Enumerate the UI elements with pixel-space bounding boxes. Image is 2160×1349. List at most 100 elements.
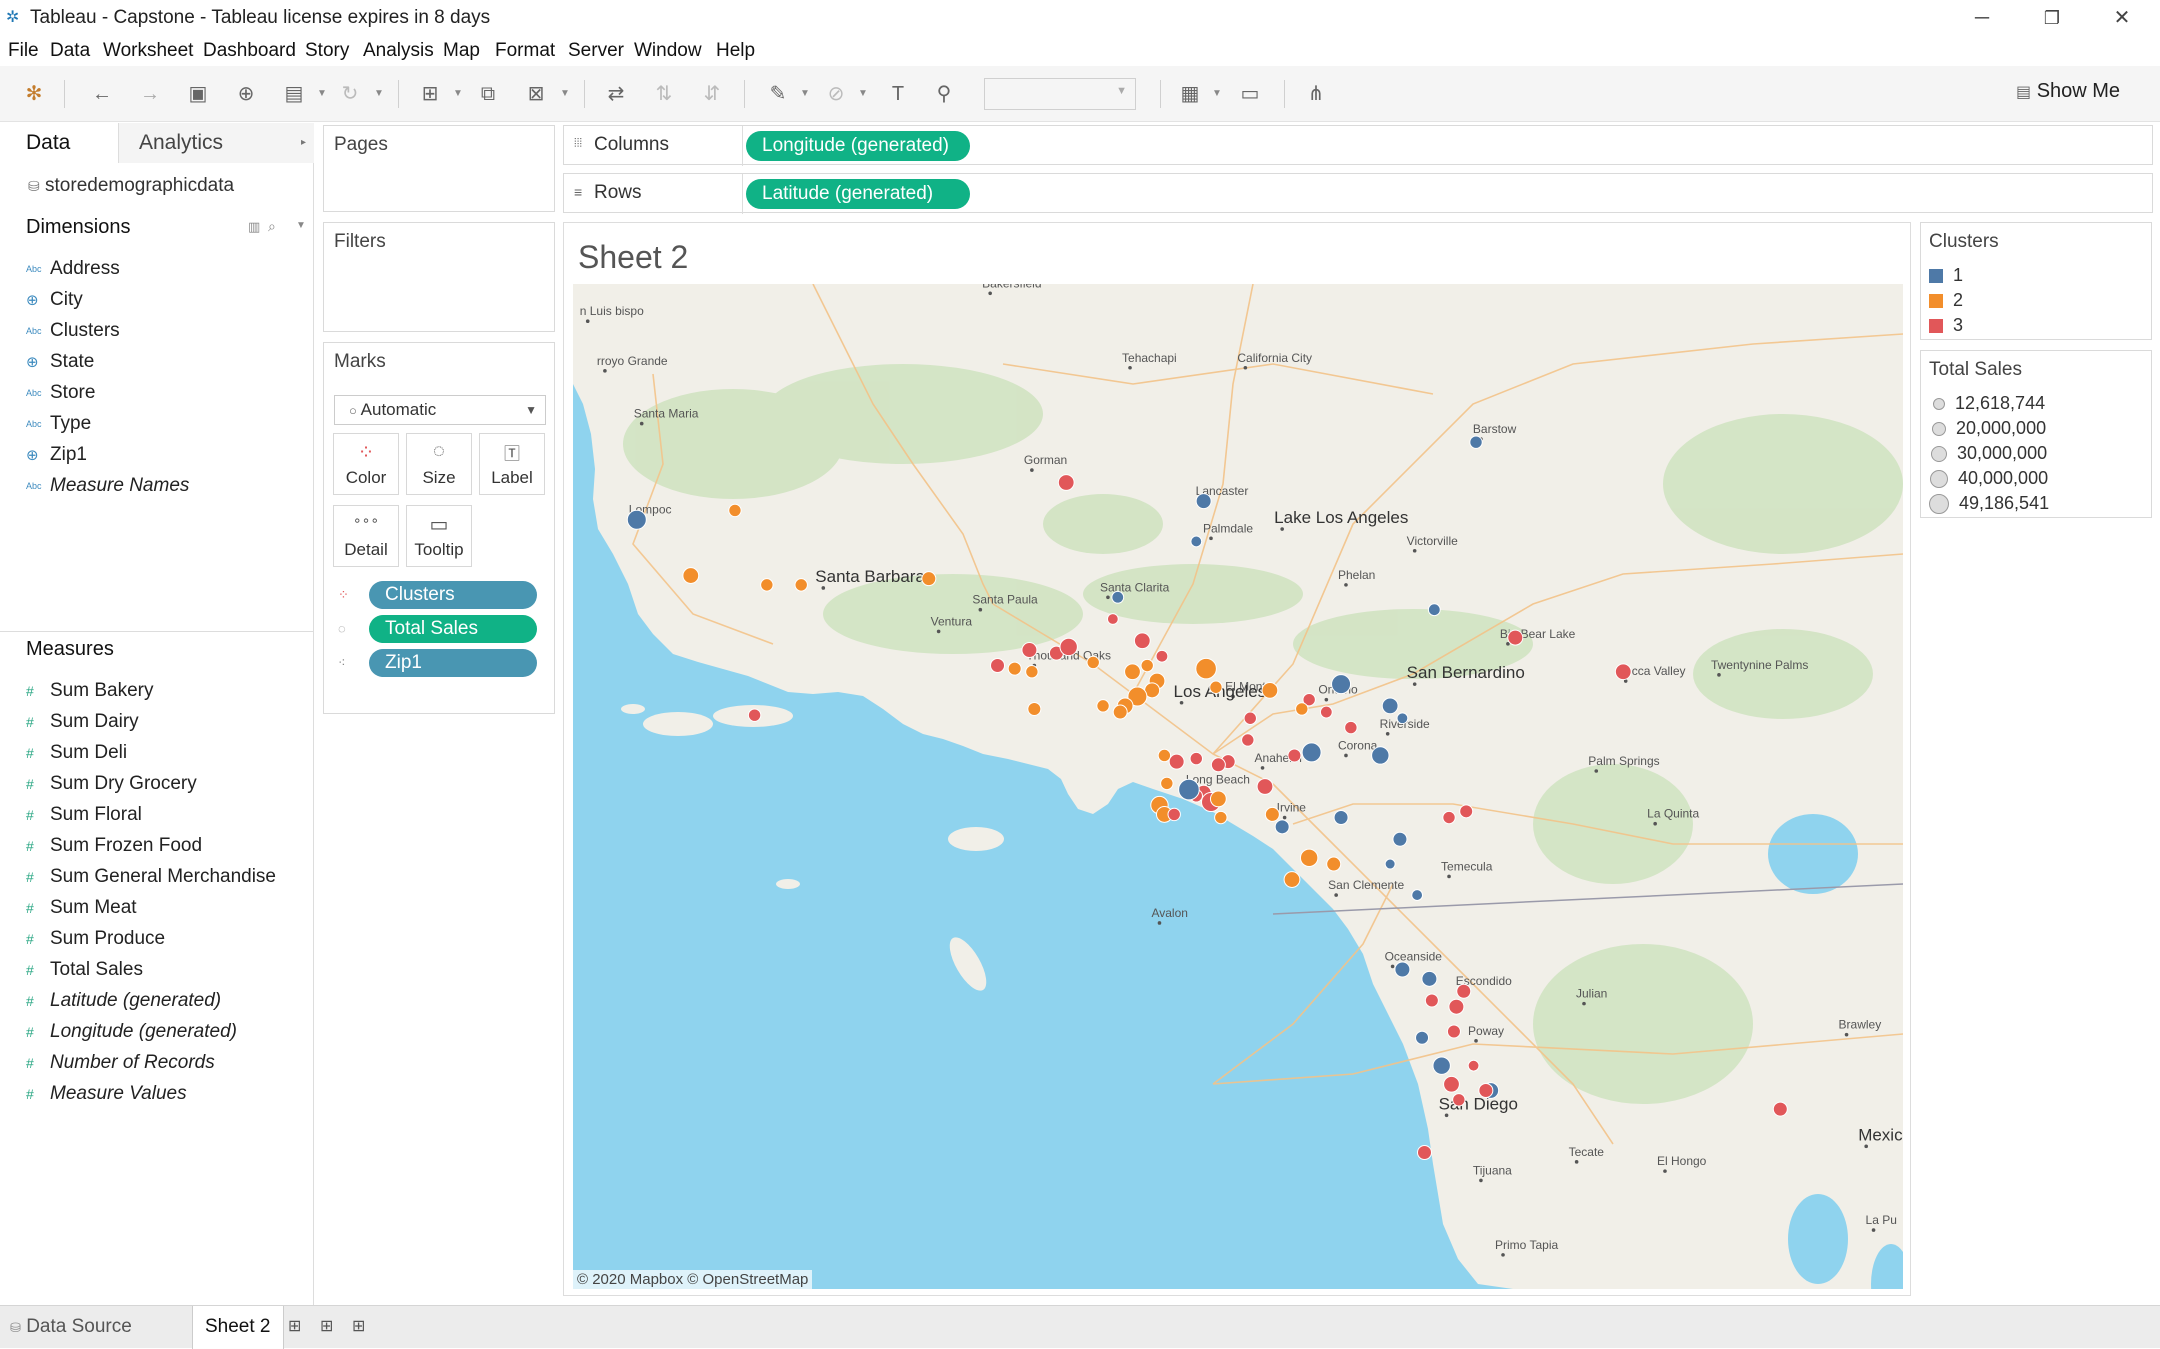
store-mark[interactable] [1469, 435, 1483, 449]
store-mark[interactable] [1772, 1101, 1788, 1117]
store-mark[interactable] [794, 578, 808, 592]
store-mark[interactable] [1394, 961, 1411, 978]
pill-clusters[interactable]: Clusters [369, 581, 537, 609]
store-mark[interactable] [1057, 474, 1075, 491]
measure-field[interactable]: # Sum Dry Grocery [26, 773, 197, 799]
measure-field[interactable]: # Sum Bakery [26, 680, 153, 706]
pill-total-sales[interactable]: Total Sales [369, 615, 537, 643]
legend-item-cluster-2[interactable]: 2 [1929, 290, 1963, 314]
store-mark[interactable] [1195, 493, 1212, 510]
store-mark[interactable] [1432, 1056, 1451, 1075]
store-mark[interactable] [1507, 629, 1524, 646]
store-mark[interactable] [1124, 663, 1141, 681]
measure-field[interactable]: # Longitude (generated) [26, 1021, 237, 1047]
store-mark[interactable] [1478, 1082, 1494, 1098]
map-attribution[interactable]: © 2020 Mapbox © OpenStreetMap [573, 1270, 813, 1289]
pane-menu-icon[interactable]: ▸ [301, 123, 306, 163]
store-mark[interactable] [1301, 742, 1322, 763]
sort-ascending-icon[interactable]: ⇅ [650, 80, 678, 108]
mark-type-dropdown[interactable]: ○ Automatic ▼ [334, 395, 546, 425]
label-button[interactable]: 🅃 Label [479, 433, 545, 495]
menu-data[interactable]: Data [50, 40, 90, 62]
store-mark[interactable] [1411, 889, 1424, 901]
dimension-field[interactable]: ⊕ City [26, 289, 83, 315]
filters-card[interactable]: Filters [323, 222, 555, 332]
store-mark[interactable] [1614, 663, 1632, 681]
show-mark-labels-icon[interactable]: T [884, 80, 912, 108]
store-mark[interactable] [1446, 1024, 1461, 1039]
store-mark[interactable] [1371, 746, 1390, 765]
dimension-field[interactable]: Abc Clusters [26, 320, 120, 346]
pages-card[interactable]: Pages [323, 125, 555, 212]
measure-field[interactable]: # Sum Deli [26, 742, 127, 768]
menu-map[interactable]: Map [443, 40, 480, 62]
store-mark[interactable] [1059, 637, 1078, 657]
store-mark[interactable] [1421, 970, 1438, 987]
menu-window[interactable]: Window [634, 40, 702, 62]
menu-dashboard[interactable]: Dashboard [203, 40, 296, 62]
new-worksheet-icon[interactable]: ⊞ [416, 80, 444, 108]
refresh-icon[interactable]: ↻ [336, 80, 364, 108]
size-button[interactable]: ◌ Size [406, 433, 472, 495]
menu-file[interactable]: File [8, 40, 39, 62]
view-options-icon[interactable]: ▥ [248, 219, 260, 235]
new-datasource-icon[interactable]: ⊕ [232, 80, 260, 108]
store-mark[interactable] [1467, 1059, 1480, 1072]
store-mark[interactable] [1427, 603, 1441, 617]
redo-icon[interactable]: → [136, 80, 164, 108]
measure-field[interactable]: # Sum Meat [26, 897, 137, 923]
swap-axes-icon[interactable]: ⇄ [602, 80, 630, 108]
store-mark[interactable] [1264, 806, 1280, 822]
store-mark[interactable] [1111, 590, 1125, 604]
measure-field[interactable]: # Sum Floral [26, 804, 142, 830]
store-mark[interactable] [1381, 697, 1399, 715]
dimension-field[interactable]: ⊕ Zip1 [26, 444, 87, 470]
store-mark[interactable] [1326, 856, 1342, 872]
store-mark[interactable] [1241, 733, 1255, 747]
dimension-field[interactable]: Abc Measure Names [26, 475, 189, 501]
color-button[interactable]: ⁘ Color [333, 433, 399, 495]
datasource-item[interactable]: ⛁ storedemographicdata [28, 175, 234, 197]
tooltip-button[interactable]: ▭ Tooltip [406, 505, 472, 567]
new-story-icon[interactable]: ⊞ [352, 1306, 365, 1349]
pill-zip1[interactable]: Zip1 [369, 649, 537, 677]
legend-item-sales[interactable]: 40,000,000 [1929, 468, 2048, 492]
minimize-button[interactable]: ─ [1962, 4, 2002, 32]
legend-item-sales[interactable]: 49,186,541 [1929, 493, 2049, 517]
map[interactable]: Bakersfield Tehachapi California City Santa… [573, 284, 1903, 1289]
store-mark[interactable] [682, 567, 700, 584]
menu-analysis[interactable]: Analysis [363, 40, 434, 62]
store-mark[interactable] [1157, 748, 1172, 763]
fit-dropdown[interactable]: ▼ [984, 78, 1136, 110]
legend-item-sales[interactable]: 20,000,000 [1929, 418, 2046, 442]
store-mark[interactable] [1209, 790, 1227, 808]
store-mark[interactable] [1448, 998, 1465, 1015]
store-mark[interactable] [1210, 757, 1226, 773]
store-mark[interactable] [1178, 778, 1200, 801]
restore-button[interactable]: ❐ [2032, 4, 2072, 32]
measure-field[interactable]: # Number of Records [26, 1052, 215, 1078]
store-mark[interactable] [1261, 681, 1279, 699]
store-mark[interactable] [1096, 699, 1110, 713]
store-mark[interactable] [1459, 804, 1474, 819]
store-mark[interactable] [1299, 848, 1319, 868]
dimension-field[interactable]: Abc Address [26, 258, 120, 284]
group-members-icon[interactable]: ⊘ [822, 80, 850, 108]
menu-worksheet[interactable]: Worksheet [103, 40, 193, 62]
pause-updates-icon[interactable]: ▤ [280, 80, 308, 108]
store-mark[interactable] [1243, 711, 1257, 725]
store-mark[interactable] [1112, 704, 1128, 720]
store-mark[interactable] [1424, 993, 1439, 1008]
measure-field[interactable]: # Sum Frozen Food [26, 835, 202, 861]
store-mark[interactable] [1287, 748, 1302, 763]
store-mark[interactable] [1452, 1093, 1466, 1107]
tab-analytics[interactable]: Analytics ▸ [118, 123, 314, 163]
store-mark[interactable] [1155, 649, 1169, 663]
store-mark[interactable] [1331, 674, 1352, 695]
legend-item-cluster-1[interactable]: 1 [1929, 265, 1963, 289]
new-worksheet-icon[interactable]: ⊞ [288, 1306, 301, 1349]
measure-field[interactable]: # Sum General Merchandise [26, 866, 276, 892]
measure-field[interactable]: # Sum Produce [26, 928, 165, 954]
store-mark[interactable] [1214, 810, 1228, 825]
store-mark[interactable] [1443, 1075, 1460, 1093]
